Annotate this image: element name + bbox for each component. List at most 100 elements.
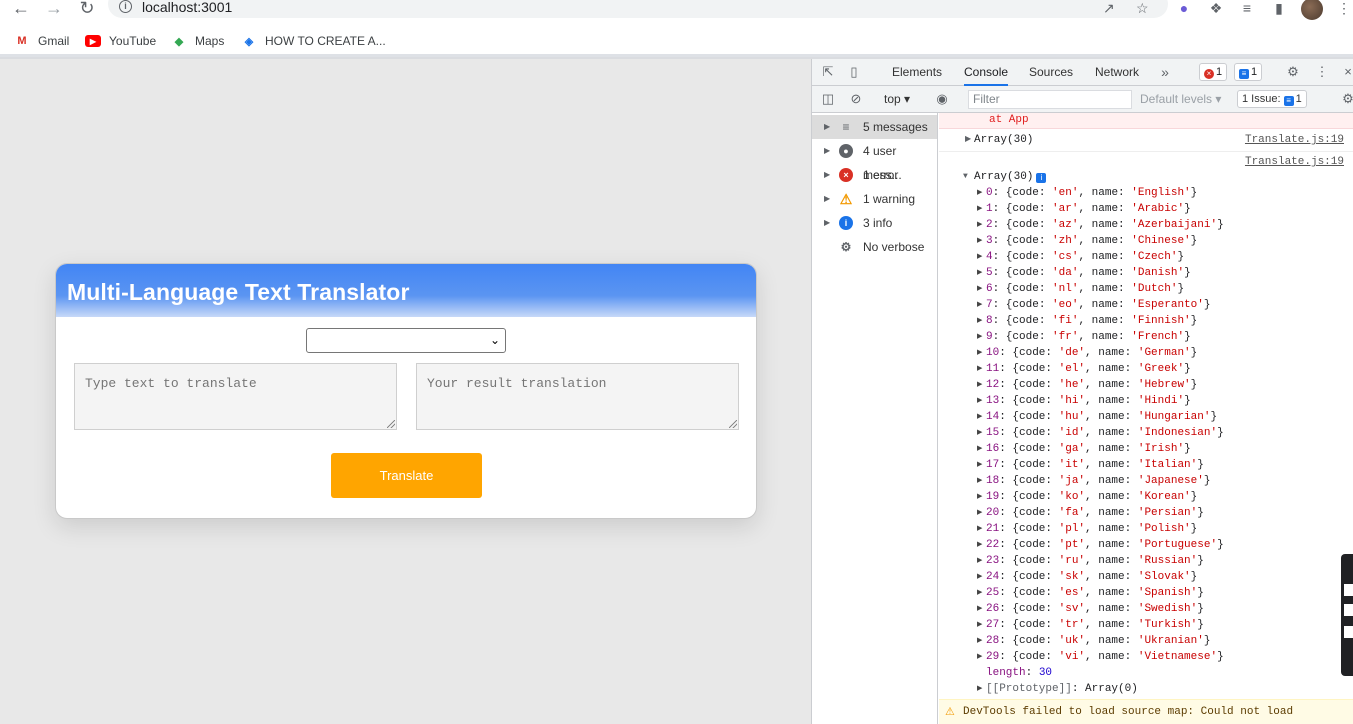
- array-entry-row[interactable]: ▶ 20: {code: 'fa', name: 'Persian'}: [939, 505, 1353, 521]
- array-entry-row[interactable]: ▶ 16: {code: 'ga', name: 'Irish'}: [939, 441, 1353, 457]
- expand-arrow-icon[interactable]: ▶: [977, 441, 982, 457]
- share-icon[interactable]: ↗: [1103, 0, 1115, 17]
- expand-arrow-icon[interactable]: ▶: [977, 585, 982, 601]
- expand-arrow-icon[interactable]: ▶: [977, 233, 982, 249]
- expand-arrow-icon[interactable]: ▶: [977, 425, 982, 441]
- prototype-row[interactable]: ▶ [[Prototype]]: Array(0): [939, 681, 1353, 697]
- language-select[interactable]: ⌄: [306, 328, 506, 353]
- expand-arrow-icon[interactable]: ▶: [977, 185, 982, 201]
- array-entry-row[interactable]: ▶ 5: {code: 'da', name: 'Danish'}: [939, 265, 1353, 281]
- array-entry-row[interactable]: ▶ 2: {code: 'az', name: 'Azerbaijani'}: [939, 217, 1353, 233]
- array-entry-row[interactable]: ▶ 4: {code: 'cs', name: 'Czech'}: [939, 249, 1353, 265]
- expand-arrow-icon[interactable]: ▶: [977, 281, 982, 297]
- extension-icon[interactable]: ●: [1175, 0, 1193, 17]
- expand-arrow-icon[interactable]: ▶: [977, 505, 982, 521]
- clear-console-icon[interactable]: ⊘: [848, 91, 864, 107]
- expand-arrow-icon[interactable]: ▶: [824, 187, 830, 211]
- address-bar[interactable]: i localhost:3001: [108, 0, 1168, 18]
- array-entry-row[interactable]: ▶ 10: {code: 'de', name: 'German'}: [939, 345, 1353, 361]
- expand-arrow-icon[interactable]: ▶: [977, 681, 982, 697]
- sidebar-item-info[interactable]: ▶ i 3 info: [812, 211, 937, 235]
- array-entry-row[interactable]: ▶ 14: {code: 'hu', name: 'Hungarian'}: [939, 409, 1353, 425]
- console-message-expanded[interactable]: ▼ Array(30) i: [939, 169, 1353, 185]
- live-expression-eye-icon[interactable]: ◉: [934, 91, 950, 107]
- tab-elements[interactable]: Elements: [892, 59, 942, 86]
- array-entry-row[interactable]: ▶ 11: {code: 'el', name: 'Greek'}: [939, 361, 1353, 377]
- puzzle-icon[interactable]: ❖: [1207, 0, 1225, 17]
- sidebar-item-messages[interactable]: ▶ ≡ 5 messages: [812, 115, 937, 139]
- expand-arrow-icon[interactable]: ▶: [977, 249, 982, 265]
- source-link[interactable]: Translate.js:19: [1245, 132, 1344, 148]
- array-entry-row[interactable]: ▶ 9: {code: 'fr', name: 'French'}: [939, 329, 1353, 345]
- expand-arrow-icon[interactable]: ▶: [977, 457, 982, 473]
- expand-arrow-icon[interactable]: ▶: [824, 211, 830, 235]
- array-entry-row[interactable]: ▶ 7: {code: 'eo', name: 'Esperanto'}: [939, 297, 1353, 313]
- expand-arrow-icon[interactable]: ▶: [977, 649, 982, 665]
- array-entry-row[interactable]: ▶ 29: {code: 'vi', name: 'Vietnamese'}: [939, 649, 1353, 665]
- device-toolbar-icon[interactable]: ▯: [846, 64, 862, 80]
- collapse-arrow-icon[interactable]: ▼: [963, 169, 968, 185]
- expand-arrow-icon[interactable]: ▶: [824, 163, 830, 187]
- message-count-badge[interactable]: ≡ 1: [1234, 63, 1263, 81]
- array-entry-row[interactable]: ▶ 28: {code: 'uk', name: 'Ukranian'}: [939, 633, 1353, 649]
- side-panel-icon[interactable]: ▮: [1270, 0, 1288, 17]
- back-icon[interactable]: ←: [10, 0, 32, 18]
- array-entry-row[interactable]: ▶ 6: {code: 'nl', name: 'Dutch'}: [939, 281, 1353, 297]
- floating-dock-widget[interactable]: [1341, 554, 1353, 676]
- forward-icon[interactable]: →: [43, 0, 65, 18]
- expand-arrow-icon[interactable]: ▶: [977, 537, 982, 553]
- inspect-element-icon[interactable]: ⇱: [820, 64, 836, 80]
- array-entry-row[interactable]: ▶ 17: {code: 'it', name: 'Italian'}: [939, 457, 1353, 473]
- bookmark-how-to-create[interactable]: ◈ HOW TO CREATE A...: [241, 32, 386, 50]
- array-entry-row[interactable]: ▶ 21: {code: 'pl', name: 'Polish'}: [939, 521, 1353, 537]
- expand-arrow-icon[interactable]: ▶: [977, 217, 982, 233]
- expand-arrow-icon[interactable]: ▶: [977, 313, 982, 329]
- sidebar-toggle-icon[interactable]: ◫: [820, 91, 836, 107]
- menu-kebab-icon[interactable]: ⋮: [1335, 0, 1353, 17]
- array-entry-row[interactable]: ▶ 22: {code: 'pt', name: 'Portuguese'}: [939, 537, 1353, 553]
- result-text-output[interactable]: Your result translation: [416, 363, 739, 430]
- expand-arrow-icon[interactable]: ▶: [824, 139, 830, 163]
- site-info-icon[interactable]: i: [119, 0, 132, 13]
- bookmark-youtube[interactable]: ▶ YouTube: [85, 32, 156, 50]
- avatar[interactable]: [1301, 0, 1323, 20]
- expand-arrow-icon[interactable]: ▶: [977, 633, 982, 649]
- expand-arrow-icon[interactable]: ▶: [965, 132, 971, 148]
- translate-button[interactable]: Translate: [331, 453, 482, 498]
- expand-arrow-icon[interactable]: ▶: [977, 473, 982, 489]
- expand-arrow-icon[interactable]: ▶: [977, 569, 982, 585]
- settings-gear-icon[interactable]: ⚙: [1285, 64, 1301, 80]
- context-selector[interactable]: top ▾: [884, 91, 910, 107]
- dock-button[interactable]: [1344, 604, 1353, 616]
- sidebar-item-errors[interactable]: ▶ × 1 error: [812, 163, 937, 187]
- bookmark-maps[interactable]: ◆ Maps: [171, 32, 225, 50]
- expand-arrow-icon[interactable]: ▶: [977, 617, 982, 633]
- expand-arrow-icon[interactable]: ▶: [977, 393, 982, 409]
- tab-network[interactable]: Network: [1095, 59, 1139, 86]
- bookmark-gmail[interactable]: M Gmail: [14, 32, 69, 50]
- issues-badge[interactable]: 1 Issue: ≡ 1: [1237, 90, 1307, 108]
- array-entry-row[interactable]: ▶ 13: {code: 'hi', name: 'Hindi'}: [939, 393, 1353, 409]
- array-entry-row[interactable]: ▶ 8: {code: 'fi', name: 'Finnish'}: [939, 313, 1353, 329]
- expand-arrow-icon[interactable]: ▶: [977, 601, 982, 617]
- expand-arrow-icon[interactable]: ▶: [977, 329, 982, 345]
- sidebar-item-verbose[interactable]: ⚙ No verbose: [812, 235, 937, 259]
- expand-arrow-icon[interactable]: ▶: [824, 115, 830, 139]
- expand-arrow-icon[interactable]: ▶: [977, 361, 982, 377]
- array-entry-row[interactable]: ▶ 18: {code: 'ja', name: 'Japanese'}: [939, 473, 1353, 489]
- array-entry-row[interactable]: ▶ 19: {code: 'ko', name: 'Korean'}: [939, 489, 1353, 505]
- array-entry-row[interactable]: ▶ 12: {code: 'he', name: 'Hebrew'}: [939, 377, 1353, 393]
- array-entry-row[interactable]: ▶ 0: {code: 'en', name: 'English'}: [939, 185, 1353, 201]
- tab-console[interactable]: Console: [964, 59, 1009, 86]
- expand-arrow-icon[interactable]: ▶: [977, 521, 982, 537]
- bookmark-star-icon[interactable]: ☆: [1136, 0, 1149, 17]
- reading-list-icon[interactable]: ≡: [1238, 0, 1256, 17]
- resize-handle-icon[interactable]: [729, 420, 737, 428]
- array-entry-row[interactable]: ▶ 24: {code: 'sk', name: 'Slovak'}: [939, 569, 1353, 585]
- resize-handle-icon[interactable]: [387, 420, 395, 428]
- devtools-menu-icon[interactable]: ⋮: [1314, 64, 1330, 80]
- tab-sources[interactable]: Sources: [1029, 59, 1073, 86]
- expand-arrow-icon[interactable]: ▶: [977, 345, 982, 361]
- array-entry-row[interactable]: ▶ 26: {code: 'sv', name: 'Swedish'}: [939, 601, 1353, 617]
- filter-input[interactable]: Filter: [968, 90, 1132, 109]
